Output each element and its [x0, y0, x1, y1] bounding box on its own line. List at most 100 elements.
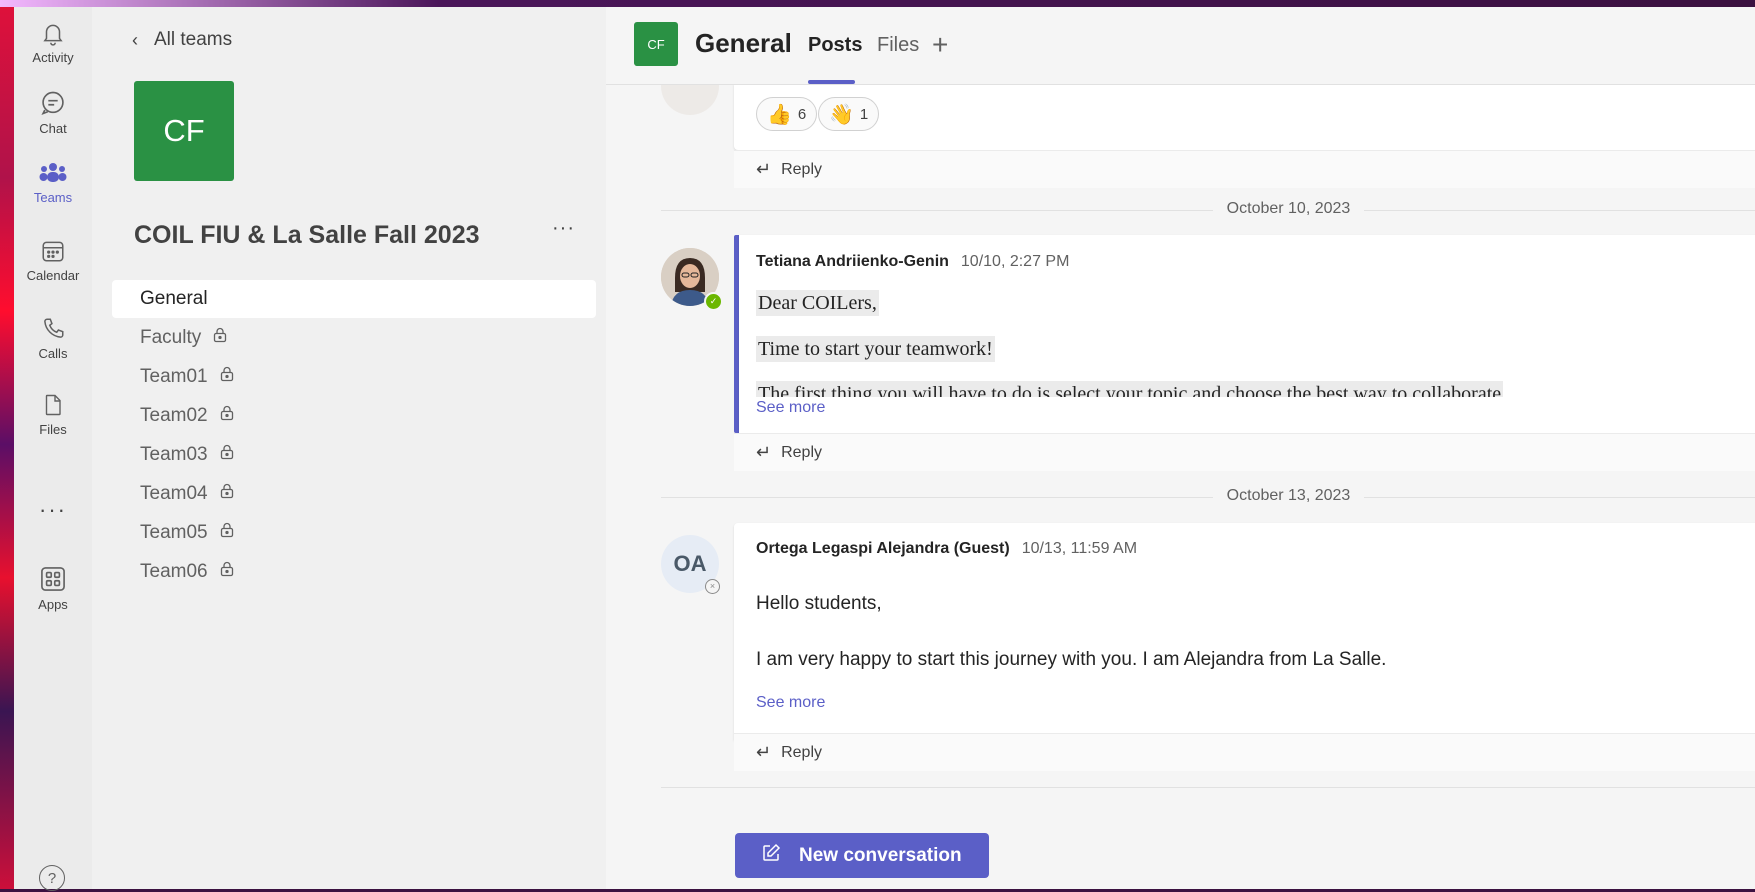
rail-files-label: Files	[39, 421, 67, 437]
reply-button[interactable]: ↵ Reply	[734, 150, 1755, 188]
message-text: Dear COILers,	[756, 290, 879, 316]
rail-apps-label: Apps	[38, 596, 68, 612]
channel-label: Team01	[140, 366, 208, 387]
post-time: 10/13, 11:59 AM	[1021, 540, 1138, 557]
reaction-like[interactable]: 👍 6	[756, 97, 818, 131]
back-label: All teams	[154, 29, 233, 50]
reply-label: Reply	[781, 443, 822, 461]
message-line: I am very happy to start this journey wi…	[756, 649, 1387, 670]
rail-calendar-label: Calendar	[26, 267, 80, 283]
team-panel: ‹ All teams CF COIL FIU & La Salle Fall …	[92, 7, 607, 889]
post-card: Tetiana Andriienko-Genin 10/10, 2:27 PM D…	[739, 235, 1755, 433]
see-more-row: See more	[739, 397, 1755, 433]
add-tab-icon[interactable]: +	[932, 29, 948, 61]
rail-apps[interactable]: Apps	[14, 553, 92, 623]
rail-calls-label: Calls	[38, 345, 68, 361]
desktop-wallpaper-left	[0, 0, 14, 889]
channel-team02[interactable]: Team02	[112, 397, 596, 435]
channel-label: Team05	[140, 522, 208, 543]
apps-icon	[41, 566, 65, 591]
chat-icon	[41, 91, 64, 115]
channel-team06[interactable]: Team06	[112, 553, 596, 591]
wave-icon: 👋	[829, 103, 854, 126]
channel-team01[interactable]: Team01	[112, 358, 596, 396]
new-conversation-button[interactable]: New conversation	[735, 833, 989, 878]
lock-icon	[220, 366, 234, 388]
message-text: The first thing you will have to do is s…	[756, 381, 1504, 397]
rail-files[interactable]: Files	[14, 379, 92, 449]
channel-label: Team02	[140, 405, 208, 426]
channel-faculty[interactable]: Faculty	[112, 319, 596, 357]
team-more-options[interactable]: ···	[552, 217, 575, 240]
new-conversation-label: New conversation	[799, 844, 962, 866]
reply-button[interactable]: ↵ Reply	[734, 433, 1755, 471]
tab-posts[interactable]: Posts	[808, 34, 862, 57]
file-icon	[45, 394, 61, 415]
thumbs-up-icon: 👍	[767, 103, 792, 126]
reply-label: Reply	[781, 743, 822, 761]
back-to-all-teams[interactable]: ‹ All teams	[132, 29, 232, 51]
active-tab-indicator	[808, 80, 855, 84]
rail-activity[interactable]: Activity	[14, 7, 92, 77]
post-card: Ortega Legaspi Alejandra (Guest) 10/13, 1…	[734, 523, 1755, 740]
rail-more-apps[interactable]: ···	[14, 497, 92, 523]
channel-label: Team04	[140, 483, 208, 504]
lock-icon	[220, 405, 234, 427]
desktop-wallpaper-top	[0, 0, 1755, 7]
author-name: Ortega Legaspi Alejandra (Guest)	[756, 540, 1010, 557]
message-line: Hello students,	[756, 593, 882, 614]
date-separator: October 13, 2023	[661, 487, 1755, 507]
help-icon[interactable]: ?	[39, 865, 65, 891]
compose-icon	[761, 843, 781, 869]
channel-main: 👍 6 👋 1 ↵ Reply October 10, 2023 ✓ Tetia…	[606, 7, 1755, 889]
lock-icon	[220, 444, 234, 466]
channel-header: CF General Posts Files +	[606, 7, 1755, 85]
channel-label: Team06	[140, 561, 208, 582]
team-name: COIL FIU & La Salle Fall 2023	[134, 221, 480, 249]
earlier-post-card	[734, 84, 1755, 150]
rail-calls[interactable]: Calls	[14, 303, 92, 373]
message-line: Dear COILers,	[756, 290, 879, 316]
message-text: Time to start your teamwork!	[756, 336, 995, 362]
channel-team05[interactable]: Team05	[112, 514, 596, 552]
rail-chat[interactable]: Chat	[14, 77, 92, 147]
phone-icon	[44, 317, 64, 338]
channel-title: General	[695, 28, 792, 58]
tab-files[interactable]: Files	[877, 34, 919, 57]
post-author: Tetiana Andriienko-Genin 10/10, 2:27 PM	[756, 253, 1069, 271]
lock-icon	[220, 522, 234, 544]
channel-label: General	[140, 288, 208, 309]
rail-teams-label: Teams	[33, 189, 73, 205]
channel-team03[interactable]: Team03	[112, 436, 596, 474]
reply-label: Reply	[781, 160, 822, 178]
team-avatar: CF	[134, 81, 234, 181]
post-author: Ortega Legaspi Alejandra (Guest) 10/13, 1…	[756, 540, 1137, 558]
reaction-wave[interactable]: 👋 1	[818, 97, 880, 131]
rail-chat-label: Chat	[39, 120, 67, 136]
reply-arrow-icon: ↵	[756, 742, 772, 762]
date-label: October 10, 2023	[1212, 200, 1365, 217]
rail-teams[interactable]: Teams	[14, 147, 92, 217]
channel-label: Faculty	[140, 327, 202, 348]
channel-team04[interactable]: Team04	[112, 475, 596, 513]
date-separator: October 10, 2023	[661, 200, 1755, 220]
post-time: 10/10, 2:27 PM	[960, 253, 1070, 270]
channel-avatar: CF	[634, 22, 678, 66]
offline-status-icon: ×	[705, 579, 720, 594]
chevron-left-icon: ‹	[132, 29, 138, 50]
see-more-link[interactable]: See more	[756, 694, 825, 712]
teams-app-window: Activity Chat Teams Calendar Calls Files…	[14, 7, 1755, 891]
divider	[661, 787, 1755, 788]
calendar-icon	[42, 241, 64, 262]
lock-icon	[213, 327, 227, 349]
channel-label: Team03	[140, 444, 208, 465]
channel-general[interactable]: General	[112, 280, 596, 318]
reply-button[interactable]: ↵ Reply	[734, 733, 1755, 771]
see-more-link[interactable]: See more	[756, 399, 825, 417]
reply-arrow-icon: ↵	[756, 442, 772, 462]
message-line-truncated: The first thing you will have to do is s…	[756, 381, 1656, 397]
reply-arrow-icon: ↵	[756, 159, 772, 179]
message-line: Time to start your teamwork!	[756, 336, 995, 362]
available-status-icon: ✓	[704, 292, 723, 311]
rail-calendar[interactable]: Calendar	[14, 225, 92, 295]
